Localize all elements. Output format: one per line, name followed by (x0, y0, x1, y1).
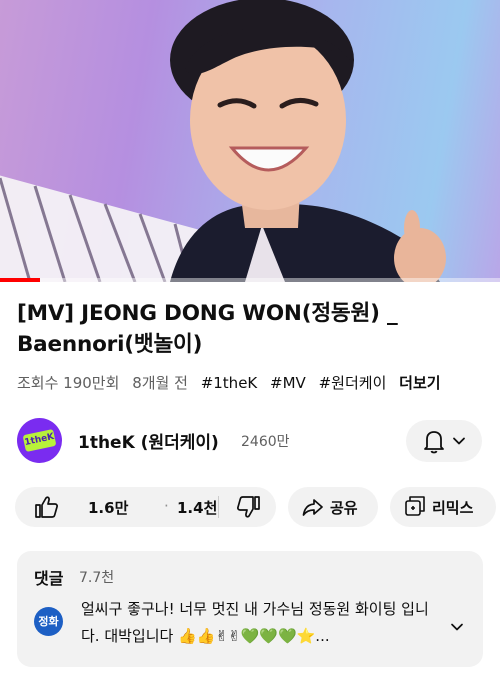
dislike-count: 1.4천 (177, 499, 218, 517)
share-button[interactable]: 공유 (288, 487, 378, 527)
hashtag-link[interactable]: #원더케이 (319, 374, 387, 392)
video-progress-track[interactable] (0, 278, 500, 282)
video-meta-row[interactable]: 조회수 190만회 8개월 전 #1theK #MV #원더케이 더보기 (17, 372, 441, 393)
chevron-down-icon (453, 437, 465, 445)
remix-label: 리믹스 (432, 499, 474, 517)
view-count: 조회수 190만회 (17, 374, 120, 392)
more-button[interactable]: 더보기 (399, 374, 440, 392)
expand-chevron-icon[interactable] (449, 619, 465, 635)
remix-button[interactable]: 리믹스 (390, 487, 496, 527)
notification-settings-button[interactable] (406, 420, 482, 462)
thumbs-down-icon[interactable] (234, 487, 264, 527)
remix-icon (405, 496, 425, 516)
channel-avatar[interactable]: 1theK (17, 418, 62, 463)
share-label: 공유 (330, 499, 358, 517)
comments-heading: 댓글 (34, 569, 64, 588)
upload-age: 8개월 전 (132, 374, 188, 392)
video-progress-fill (0, 278, 40, 282)
comments-count: 7.7천 (79, 570, 115, 586)
channel-logo-text: 1theK (22, 428, 57, 453)
bell-icon (424, 431, 444, 454)
channel-name[interactable]: 1theK (원더케이) (78, 428, 219, 453)
pill-divider (218, 496, 219, 518)
video-title: [MV] JEONG DONG WON(정동원) _ Baennori(뱃놀이) (17, 301, 398, 357)
hashtag-link[interactable]: #1theK (201, 374, 258, 392)
comments-section[interactable]: 댓글 7.7천 정화 얼씨구 좋구나! 너무 멋진 내 가수님 정동원 화이팅 … (17, 551, 483, 667)
like-dislike-pill: 1.6만 · 1.4천 (15, 487, 276, 527)
video-player[interactable] (0, 0, 500, 282)
top-comment-text: 얼씨구 좋구나! 너무 멋진 내 가수님 정동원 화이팅 입니다. 대박입니다 … (81, 600, 429, 645)
like-count[interactable]: 1.6만 (88, 497, 128, 518)
commenter-avatar: 정화 (34, 607, 63, 636)
hashtag-link[interactable]: #MV (270, 374, 306, 392)
share-arrow-icon (302, 499, 323, 516)
separator-dot: · (164, 497, 169, 515)
video-frame-illustration (0, 0, 446, 282)
subscriber-count: 2460만 (241, 434, 290, 450)
thumbs-up-icon[interactable] (31, 487, 61, 527)
